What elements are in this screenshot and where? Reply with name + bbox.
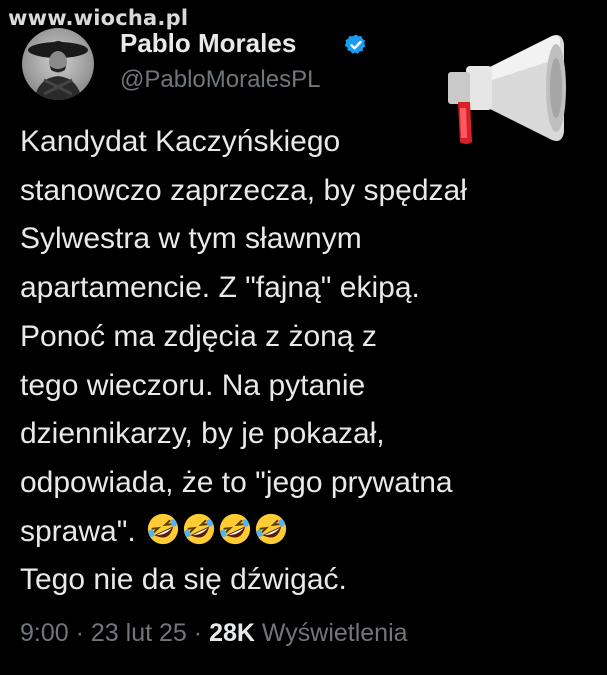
author-handle[interactable]: @PabloMoralesPL: [120, 66, 320, 94]
tweet-line: Sylwestra w tym sławnym: [20, 222, 362, 256]
tweet-line: odpowiada, że to "jego prywatna: [20, 465, 453, 499]
tweet-line: Ponoć ma zdjęcia z żoną z: [20, 319, 377, 353]
tweet-time[interactable]: 9:00: [20, 619, 69, 647]
avatar[interactable]: [22, 28, 94, 100]
tweet-line: tego wieczoru. Na pytanie: [20, 368, 366, 402]
tweet-date[interactable]: 23 lut 25: [91, 619, 187, 647]
tweet-line: Tego nie da się dźwigać.: [20, 563, 347, 597]
rolling-laughing-emoji-icon: [255, 513, 287, 544]
tweet-line: Kandydat Kaczyńskiego: [20, 125, 341, 158]
tweet-meta: 9:00 · 23 lut 25 · 28K Wyświetlenia: [20, 619, 408, 648]
verified-badge-icon: [344, 34, 366, 54]
tweet-line: sprawa".: [20, 514, 136, 548]
tweet-line: stanowczo zaprzecza, by spędzał: [20, 173, 467, 207]
tweet-line: dziennikarzy, by je pokazał,: [20, 417, 385, 451]
watermark: www.wiocha.pl: [8, 6, 189, 30]
views-count: 28K: [209, 619, 255, 647]
meta-separator: ·: [75, 619, 84, 647]
tweet-line-with-emoji: sprawa".: [20, 508, 595, 557]
meta-separator: ·: [193, 619, 203, 647]
tweet-text: Kandydat Kaczyńskiego stanowczo zaprzecz…: [20, 118, 595, 605]
author-display-name[interactable]: Pablo Morales: [120, 28, 296, 59]
views-label: Wyświetlenia: [261, 619, 408, 647]
tweet-line: apartamencie. Z "fajną" ekipą.: [20, 271, 420, 305]
rolling-laughing-emoji-icon: [147, 513, 179, 544]
avatar-image: [28, 41, 88, 100]
rolling-laughing-emoji-icon: [183, 513, 215, 544]
rolling-laughing-emoji-icon: [219, 513, 251, 544]
